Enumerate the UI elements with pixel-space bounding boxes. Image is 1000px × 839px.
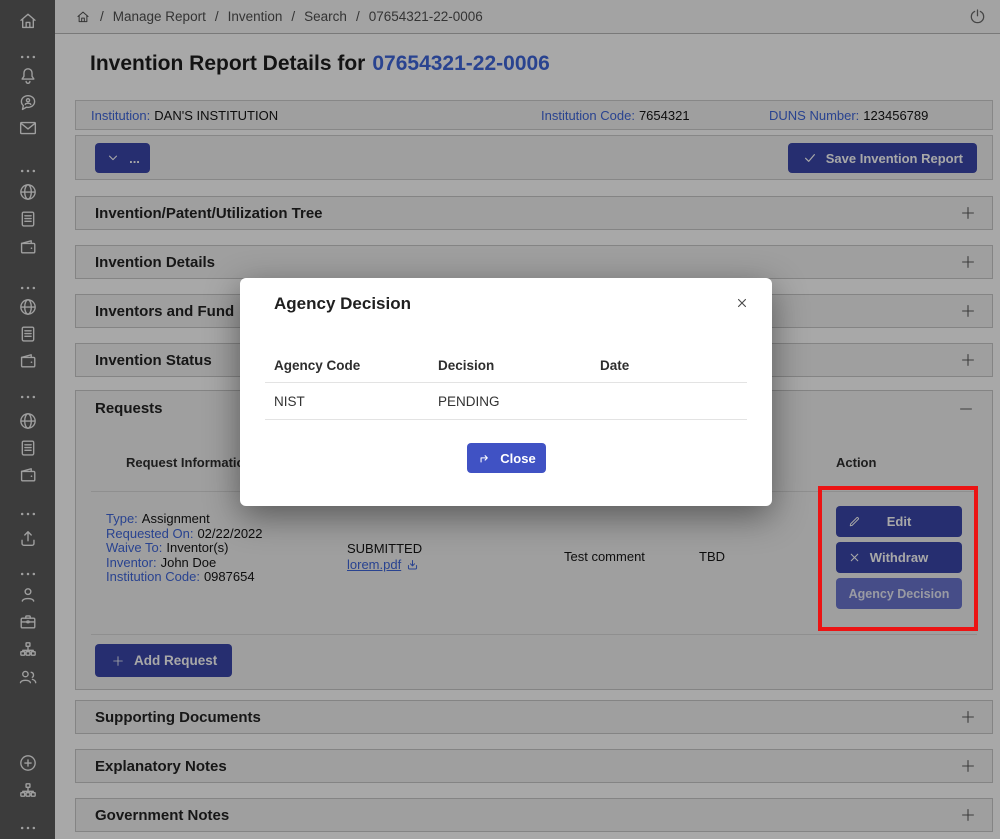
divider [265, 382, 747, 383]
divider [265, 419, 747, 420]
return-arrow-icon [477, 451, 492, 466]
modal-col-agency-code: Agency Code [274, 358, 360, 373]
modal-close-button[interactable]: Close [467, 443, 546, 473]
modal-cell-decision: PENDING [438, 394, 500, 409]
modal-col-date: Date [600, 358, 629, 373]
modal-title: Agency Decision [274, 294, 411, 314]
modal-close-label: Close [500, 451, 535, 466]
agency-decision-modal: Agency Decision Agency Code Decision Dat… [240, 278, 772, 506]
modal-col-decision: Decision [438, 358, 494, 373]
modal-close-icon[interactable] [732, 293, 752, 313]
modal-cell-agency: NIST [274, 394, 305, 409]
